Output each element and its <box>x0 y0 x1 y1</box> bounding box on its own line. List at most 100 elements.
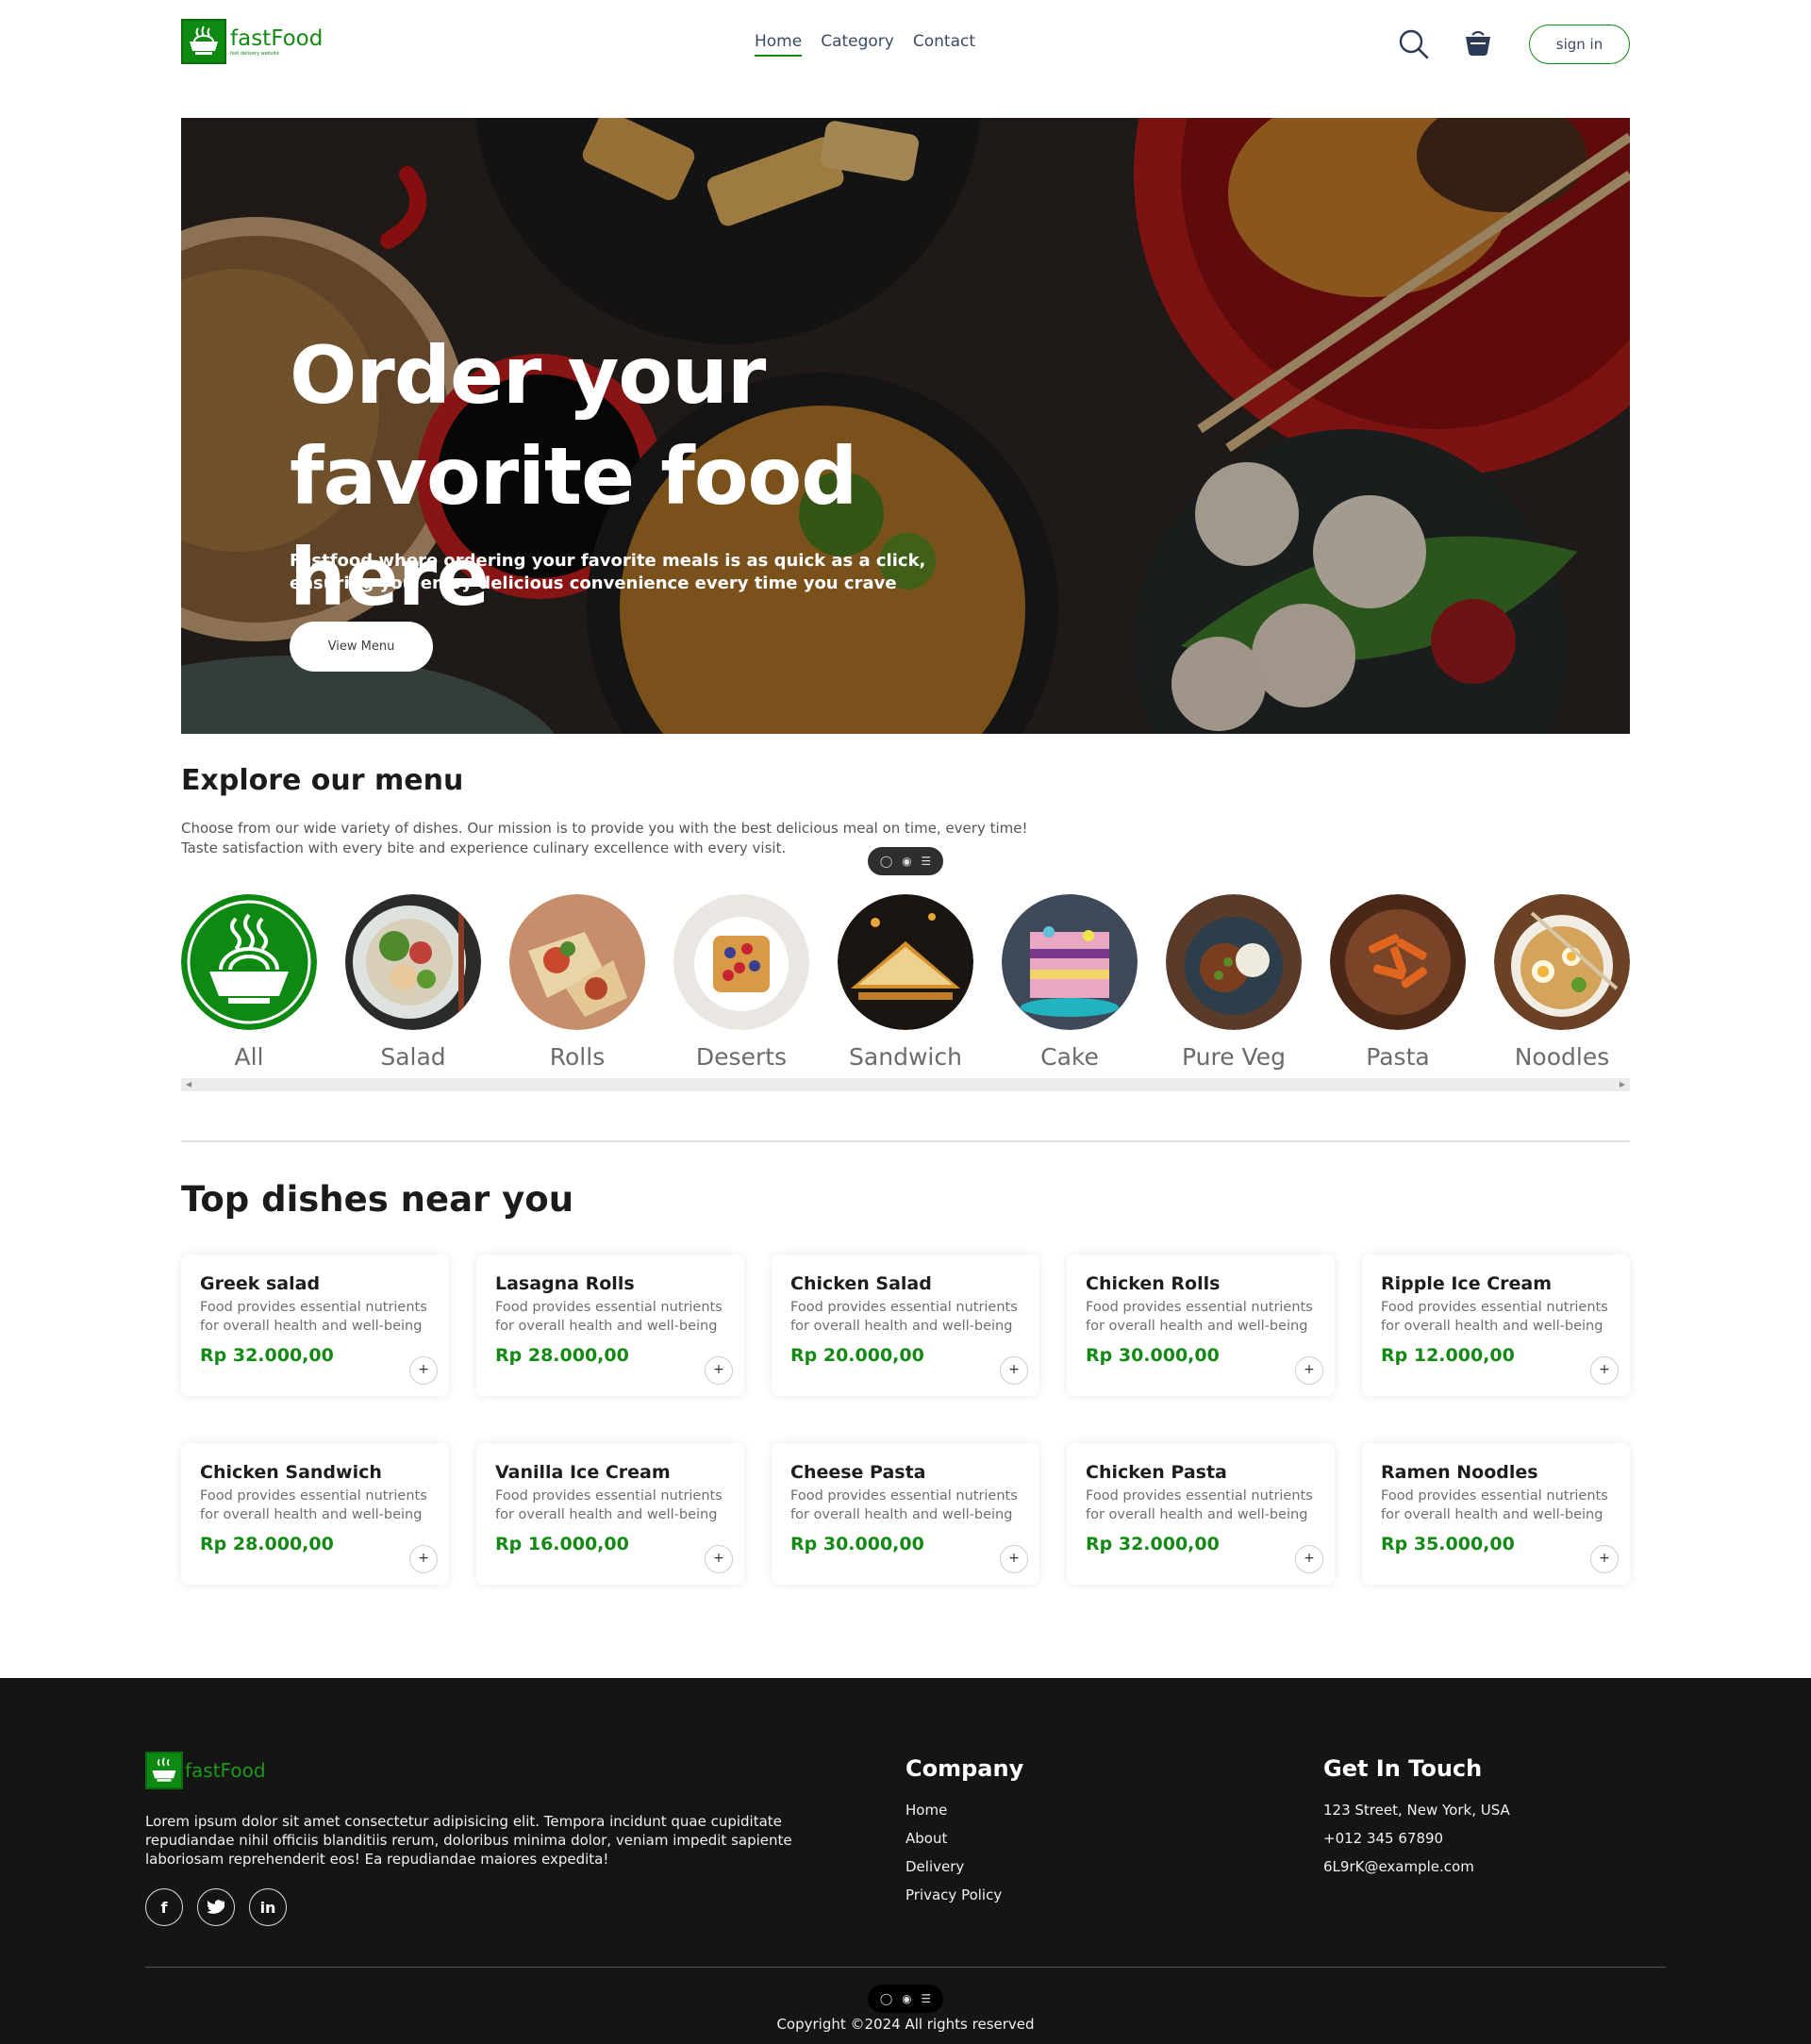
footer-link-about[interactable]: About <box>906 1829 1002 1848</box>
dish-card[interactable]: Ramen Noodles Food provides essential nut… <box>1362 1443 1630 1585</box>
sandwich-image <box>838 894 973 1030</box>
noodle-bowl-icon <box>181 19 226 64</box>
dish-description: Food provides essential nutrients for ov… <box>495 1488 723 1522</box>
contact-title: Get In Touch <box>1323 1755 1483 1782</box>
category-salad[interactable]: Salad <box>345 894 481 1071</box>
footer-brand-name: fastFood <box>185 1759 266 1782</box>
chat-icon[interactable]: ◯ <box>880 855 892 868</box>
search-icon[interactable] <box>1398 28 1430 60</box>
add-to-cart-button[interactable]: + <box>1590 1545 1619 1573</box>
menu-icon[interactable]: ☰ <box>921 855 931 868</box>
dish-card[interactable]: Chicken Rolls Food provides essential nut… <box>1067 1255 1335 1396</box>
dish-price: Rp 35.000,00 <box>1381 1534 1515 1554</box>
contact-phone: +012 345 67890 <box>1323 1830 1444 1847</box>
category-deserts[interactable]: Deserts <box>673 894 809 1071</box>
dish-price: Rp 12.000,00 <box>1381 1345 1515 1366</box>
contact-email[interactable]: 6L9rK@example.com <box>1323 1857 1510 1876</box>
linkedin-icon[interactable]: in <box>249 1888 287 1926</box>
category-label: Rolls <box>549 1043 606 1071</box>
dish-description: Food provides essential nutrients for ov… <box>1381 1300 1608 1334</box>
category-rolls[interactable]: Rolls <box>509 894 645 1071</box>
nav-home[interactable]: Home <box>755 32 803 57</box>
dish-card[interactable]: Chicken Pasta Food provides essential nut… <box>1067 1443 1335 1585</box>
footer-divider <box>145 1967 1666 1968</box>
dish-card[interactable]: Cheese Pasta Food provides essential nutr… <box>772 1443 1039 1585</box>
cake-image <box>1002 894 1138 1030</box>
pasta-image <box>1330 894 1466 1030</box>
nav-contact[interactable]: Contact <box>913 32 975 57</box>
site-footer: fastFood Lorem ipsum dolor sit amet cons… <box>0 1678 1811 2044</box>
dish-card[interactable]: Vanilla Ice Cream Food provides essential… <box>476 1443 744 1585</box>
add-to-cart-button[interactable]: + <box>705 1545 733 1573</box>
dish-price: Rp 28.000,00 <box>495 1345 629 1366</box>
category-pasta[interactable]: Pasta <box>1330 894 1466 1071</box>
explore-menu-title: Explore our menu <box>181 764 464 797</box>
category-cake[interactable]: Cake <box>1002 894 1138 1071</box>
dish-card[interactable]: Chicken Sandwich Food provides essential … <box>181 1443 449 1585</box>
brand-name: fastFood <box>230 25 324 51</box>
add-to-cart-button[interactable]: + <box>1590 1356 1619 1385</box>
add-to-cart-button[interactable]: + <box>705 1356 733 1385</box>
contact-info: 123 Street, New York, USA +012 345 67890… <box>1323 1801 1510 1876</box>
brand-logo[interactable]: fastFood fast delivery website <box>181 19 323 64</box>
dish-name: Lasagna Rolls <box>495 1273 635 1294</box>
dish-price: Rp 16.000,00 <box>495 1534 629 1554</box>
category-noodles[interactable]: Noodles <box>1494 894 1630 1071</box>
footer-link-home[interactable]: Home <box>906 1801 1002 1820</box>
hero-banner: Order your favorite food here Fastfood w… <box>181 118 1630 734</box>
menu-icon[interactable]: ☰ <box>921 1992 931 2005</box>
floating-toolbar: ◯ ◉ ☰ <box>868 847 943 875</box>
dish-price: Rp 30.000,00 <box>790 1534 924 1554</box>
dish-description: Food provides essential nutrients for ov… <box>1086 1300 1313 1334</box>
category-all[interactable]: All <box>181 894 317 1071</box>
dish-name: Chicken Rolls <box>1086 1273 1221 1294</box>
hero-subtitle: Fastfood where ordering your favorite me… <box>290 551 926 593</box>
sign-in-button[interactable]: sign in <box>1529 25 1630 64</box>
view-menu-button[interactable]: View Menu <box>290 622 433 672</box>
add-to-cart-button[interactable]: + <box>409 1356 438 1385</box>
add-to-cart-button[interactable]: + <box>1295 1356 1323 1385</box>
add-to-cart-button[interactable]: + <box>1295 1545 1323 1573</box>
scroll-left-icon[interactable]: ◀ <box>186 1080 191 1088</box>
add-to-cart-button[interactable]: + <box>409 1545 438 1573</box>
dish-card[interactable]: Greek salad Food provides essential nutri… <box>181 1255 449 1396</box>
category-label: All <box>234 1043 264 1071</box>
dish-price: Rp 20.000,00 <box>790 1345 924 1366</box>
twitter-icon[interactable] <box>197 1888 235 1926</box>
category-label: Noodles <box>1514 1043 1610 1071</box>
dish-price: Rp 32.000,00 <box>1086 1534 1220 1554</box>
dish-name: Ramen Noodles <box>1381 1462 1538 1483</box>
chat-icon[interactable]: ◯ <box>880 1992 892 2005</box>
dish-name: Chicken Pasta <box>1086 1462 1227 1483</box>
salad-image <box>345 894 481 1030</box>
facebook-icon[interactable]: f <box>145 1888 183 1926</box>
eye-icon[interactable]: ◉ <box>902 1992 911 2005</box>
top-dishes-title: Top dishes near you <box>181 1179 574 1220</box>
category-label: Cake <box>1040 1043 1099 1071</box>
noodle-bowl-icon <box>181 894 317 1030</box>
dish-card[interactable]: Chicken Salad Food provides essential nut… <box>772 1255 1039 1396</box>
footer-link-privacy-policy[interactable]: Privacy Policy <box>906 1886 1002 1904</box>
category-label: Salad <box>380 1043 446 1071</box>
dish-card[interactable]: Lasagna Rolls Food provides essential nut… <box>476 1255 744 1396</box>
eye-icon[interactable]: ◉ <box>902 855 911 868</box>
nav-category[interactable]: Category <box>821 32 894 57</box>
dish-description: Food provides essential nutrients for ov… <box>790 1300 1018 1334</box>
rolls-image <box>509 894 645 1030</box>
dish-price: Rp 28.000,00 <box>200 1534 334 1554</box>
category-pure-veg[interactable]: Pure Veg <box>1166 894 1302 1071</box>
dish-card[interactable]: Ripple Ice Cream Food provides essential … <box>1362 1255 1630 1396</box>
footer-link-delivery[interactable]: Delivery <box>906 1857 1002 1876</box>
category-sandwich[interactable]: Sandwich <box>838 894 973 1071</box>
scroll-right-icon[interactable]: ▶ <box>1620 1080 1625 1088</box>
basket-icon[interactable] <box>1462 26 1494 58</box>
social-links: f in <box>145 1888 287 1926</box>
dish-description: Food provides essential nutrients for ov… <box>200 1488 427 1522</box>
pure-veg-image <box>1166 894 1302 1030</box>
footer-logo[interactable]: fastFood <box>145 1752 266 1789</box>
noodles-image <box>1494 894 1630 1030</box>
category-label: Deserts <box>695 1043 788 1071</box>
category-scrollbar[interactable]: ◀ ▶ <box>181 1078 1630 1091</box>
add-to-cart-button[interactable]: + <box>1000 1356 1028 1385</box>
add-to-cart-button[interactable]: + <box>1000 1545 1028 1573</box>
